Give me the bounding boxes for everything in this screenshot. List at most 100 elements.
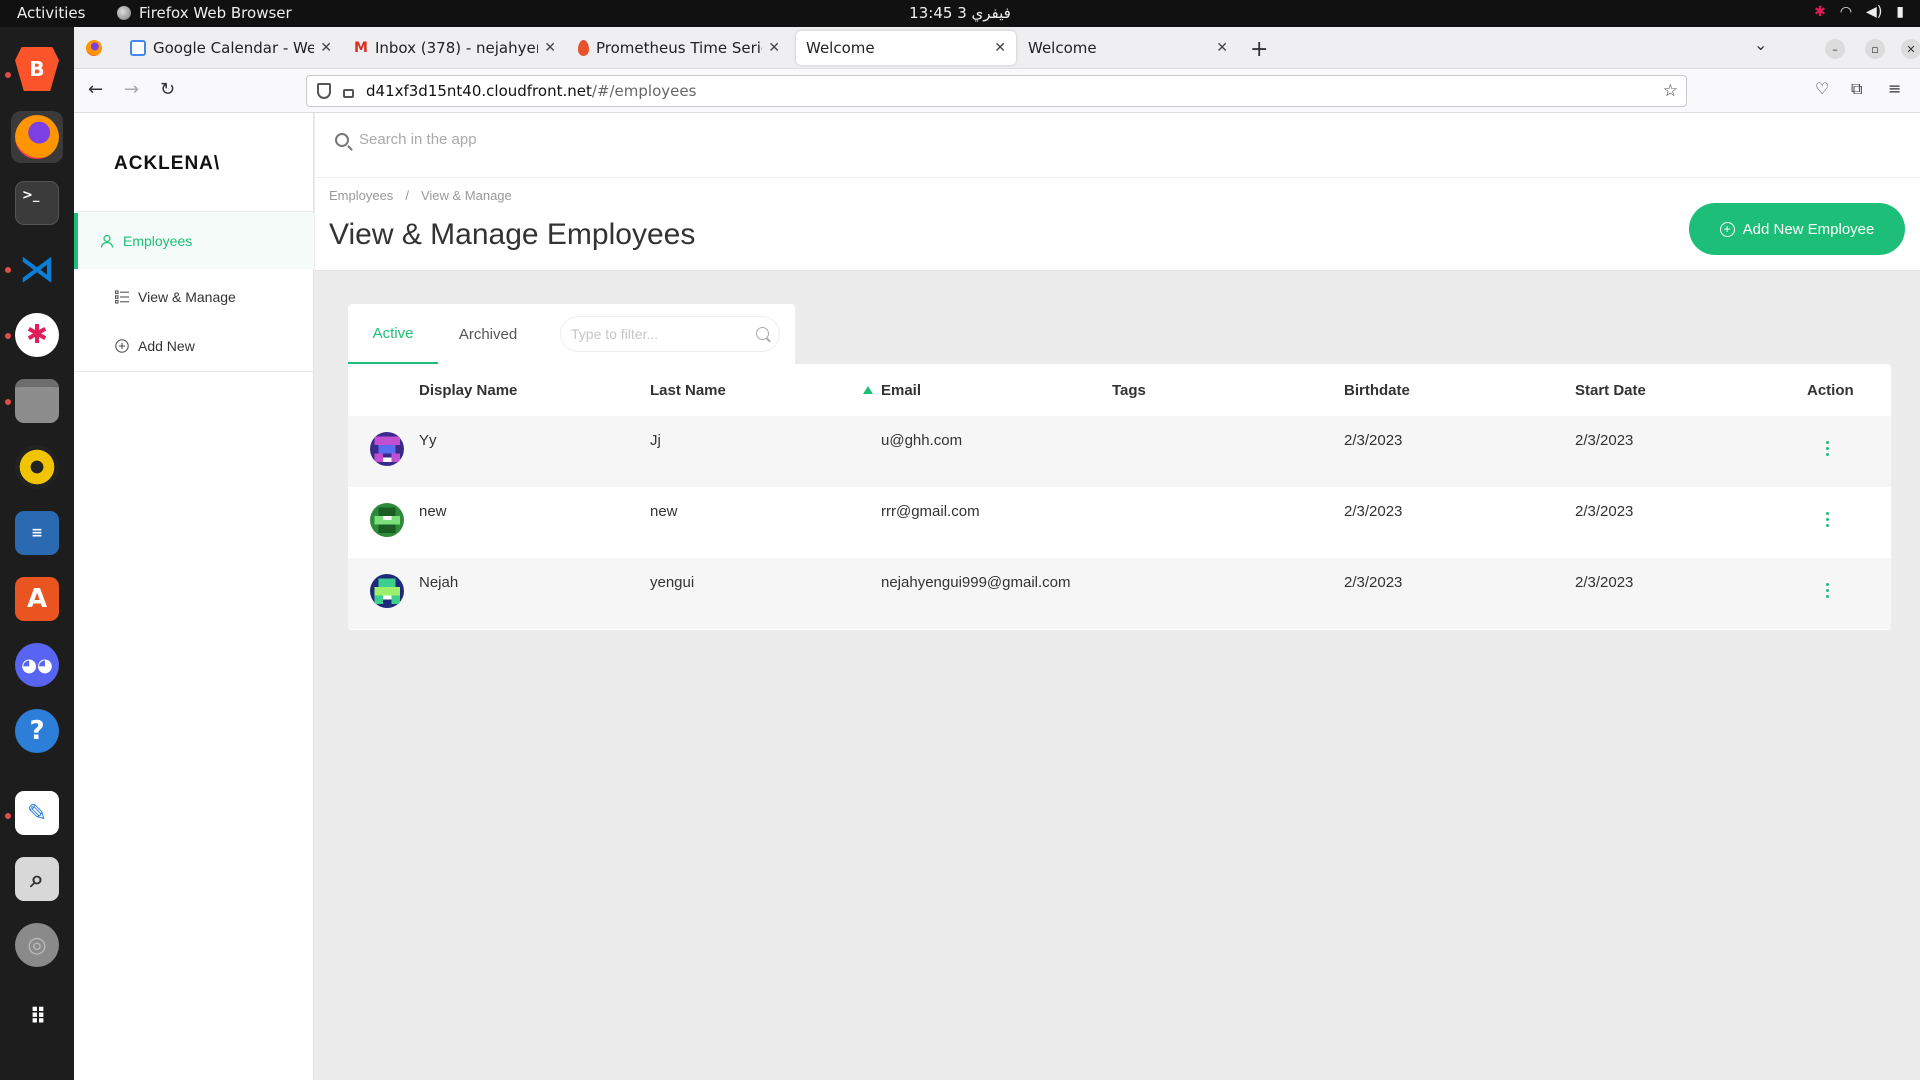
extensions-icon[interactable]: ⧉	[1851, 79, 1862, 99]
slack-tray-icon[interactable]: ✱	[1814, 4, 1826, 20]
close-window-icon[interactable]: ✕	[1901, 39, 1920, 59]
tab-gmail[interactable]: M Inbox (378) - nejahyengui ✕	[344, 31, 566, 65]
main-area: Search in the app Employees / View & Man…	[315, 113, 1920, 1080]
sidebar-item-employees[interactable]: Employees	[74, 213, 314, 269]
dock-app-center[interactable]: A	[11, 573, 63, 625]
app-viewport: ACKLENA\ Employees View & Manage Add New	[74, 113, 1920, 1080]
help-icon: ?	[15, 709, 59, 753]
dock-show-apps[interactable]: ⠿	[11, 991, 63, 1043]
dock-terminal[interactable]: >_	[11, 177, 63, 229]
search-input[interactable]: Search in the app	[359, 131, 477, 148]
dock-discord[interactable]: ◕◕	[11, 639, 63, 691]
new-tab-icon[interactable]: +	[1250, 37, 1268, 62]
tab-welcome[interactable]: Welcome ✕	[1018, 31, 1238, 65]
close-tab-icon[interactable]: ✕	[320, 40, 332, 56]
volume-icon[interactable]: ◀)	[1866, 4, 1882, 20]
firefox-icon	[15, 115, 59, 159]
cell-birthdate: 2/3/2023	[1344, 574, 1403, 591]
disks-icon: ◎	[15, 923, 59, 967]
column-header-display-name[interactable]: Display Name	[419, 364, 517, 416]
reload-icon[interactable]: ↻	[160, 79, 175, 100]
close-tab-icon[interactable]: ✕	[1216, 40, 1228, 56]
filter-input[interactable]: Type to filter...	[571, 326, 658, 342]
column-header-tags[interactable]: Tags	[1112, 364, 1146, 416]
close-tab-icon[interactable]: ✕	[544, 40, 556, 56]
dock-slack[interactable]: ✱	[11, 309, 63, 361]
url-bar[interactable]: d41xf3d15nt40.cloudfront.net/#/employees…	[306, 75, 1687, 107]
page-title: View & Manage Employees	[329, 218, 696, 251]
tracking-protection-icon[interactable]	[317, 83, 331, 99]
show-apps-icon: ⠿	[29, 1004, 46, 1030]
row-actions-icon[interactable]	[1826, 441, 1830, 456]
lock-icon[interactable]	[343, 88, 354, 98]
forward-icon[interactable]: →	[124, 79, 139, 100]
dock-vscode[interactable]: ⋊	[11, 243, 63, 295]
table-row[interactable]: Yy Jj u@ghh.com 2/3/2023 2/3/2023	[348, 416, 1891, 487]
dock-writer[interactable]: ≡	[11, 507, 63, 559]
divider	[74, 371, 314, 372]
screenshot-icon: ⌕	[15, 857, 59, 901]
column-header-birthdate[interactable]: Birthdate	[1344, 364, 1410, 416]
dock-firefox[interactable]	[11, 111, 63, 163]
logo[interactable]: ACKLENA\	[114, 153, 220, 175]
url-host: d41xf3d15nt40.cloudfront.net	[366, 82, 592, 100]
breadcrumb-employees[interactable]: Employees	[329, 188, 393, 203]
writer-icon: ≡	[15, 511, 59, 555]
table-row[interactable]: new new rrr@gmail.com 2/3/2023 2/3/2023	[348, 487, 1891, 558]
sidebar-item-add-new[interactable]: Add New	[74, 318, 314, 374]
cell-birthdate: 2/3/2023	[1344, 432, 1403, 449]
add-new-employee-label: Add New Employee	[1742, 220, 1875, 238]
breadcrumb: Employees / View & Manage	[329, 188, 512, 203]
tab-google-calendar[interactable]: Google Calendar - Week o ✕	[120, 31, 342, 65]
cell-birthdate: 2/3/2023	[1344, 503, 1403, 520]
cell-last-name: yengui	[650, 574, 695, 591]
maximize-icon[interactable]: ▫	[1865, 39, 1885, 59]
search-icon	[756, 327, 769, 340]
dock-rhythmbox[interactable]	[11, 441, 63, 493]
close-tab-icon[interactable]: ✕	[768, 40, 780, 56]
column-header-last-name[interactable]: Last Name	[650, 364, 726, 416]
dock-text-editor[interactable]: ✎	[11, 787, 63, 839]
battery-icon[interactable]: ▮	[1896, 4, 1904, 20]
dock-help[interactable]: ?	[11, 705, 63, 757]
row-actions-icon[interactable]	[1826, 512, 1830, 527]
firefox-view-icon[interactable]	[86, 40, 102, 56]
add-new-employee-button[interactable]: + Add New Employee	[1689, 203, 1905, 255]
column-header-email[interactable]: Email	[881, 364, 921, 416]
table-row[interactable]: Nejah yengui nejahyengui999@gmail.com 2/…	[348, 558, 1891, 629]
menu-icon[interactable]: ≡	[1888, 79, 1901, 98]
bookmark-star-icon[interactable]: ☆	[1663, 81, 1678, 101]
tab-active[interactable]: Active	[348, 304, 438, 364]
sidebar-item-view-manage[interactable]: View & Manage	[74, 269, 314, 325]
tab-welcome-active[interactable]: Welcome ✕	[796, 31, 1016, 65]
dock-brave[interactable]: B	[11, 43, 63, 95]
breadcrumb-separator: /	[405, 188, 409, 203]
minimize-icon[interactable]: –	[1825, 39, 1845, 59]
close-tab-icon[interactable]: ✕	[994, 40, 1006, 56]
tab-archived[interactable]: Archived	[438, 304, 538, 364]
gmail-icon: M	[354, 40, 368, 56]
filter-input-wrapper[interactable]: Type to filter...	[560, 316, 780, 352]
breadcrumb-view-manage[interactable]: View & Manage	[421, 188, 512, 203]
list-all-tabs-icon[interactable]: ⌄	[1754, 35, 1767, 54]
sort-ascending-icon[interactable]	[863, 386, 873, 394]
dock-screenshot[interactable]: ⌕	[11, 853, 63, 905]
page-header: Search in the app Employees / View & Man…	[315, 113, 1920, 271]
dock-files[interactable]	[11, 375, 63, 427]
column-header-start-date[interactable]: Start Date	[1575, 364, 1646, 416]
cell-last-name: new	[650, 503, 678, 520]
clock[interactable]: فيفري 3 13:45	[0, 4, 1920, 22]
tab-prometheus[interactable]: Prometheus Time Series ( ✕	[568, 31, 790, 65]
wifi-icon[interactable]: ◠	[1840, 4, 1852, 20]
app-search[interactable]: Search in the app	[335, 131, 477, 148]
dock-disks[interactable]: ◎	[11, 919, 63, 971]
user-icon	[100, 234, 114, 248]
discord-icon: ◕◕	[15, 643, 59, 687]
row-actions-icon[interactable]	[1826, 583, 1830, 598]
sidebar-item-label: Add New	[138, 338, 195, 354]
pocket-icon[interactable]: ♡	[1815, 79, 1829, 98]
text-editor-icon: ✎	[15, 791, 59, 835]
system-tray[interactable]: ✱ ◠ ◀) ▮	[1814, 4, 1904, 20]
avatar	[370, 574, 404, 608]
back-icon[interactable]: ←	[88, 79, 103, 100]
